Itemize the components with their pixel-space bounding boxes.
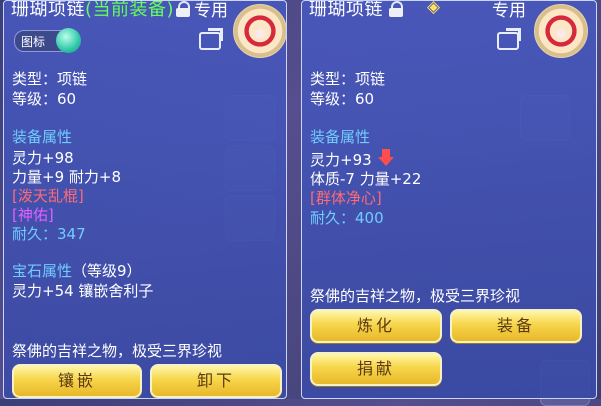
unequip-button[interactable]: 卸下	[150, 364, 282, 398]
item-type: 类型：项链	[310, 70, 386, 88]
attr-line: 灵力+98	[12, 149, 74, 167]
durability: 耐久：347	[12, 223, 86, 244]
refine-button[interactable]: 炼化	[310, 309, 442, 343]
icon-toggle[interactable]: 图标	[14, 28, 81, 53]
item-title: 珊瑚项链	[309, 0, 383, 21]
equip-attr-header: 装备属性	[310, 128, 371, 146]
item-type: 类型：项链	[12, 70, 88, 88]
equip-button[interactable]: 装备	[450, 309, 582, 343]
donate-button[interactable]: 捐献	[310, 352, 442, 386]
attr-line: 力量+9 耐力+8	[12, 168, 121, 186]
item-description: 祭佛的吉祥之物，极受三界珍视	[310, 287, 521, 305]
special-skill: [群体净心]	[310, 189, 382, 207]
toggle-knob	[56, 28, 81, 53]
durability-label: 耐久：	[310, 209, 356, 227]
gem-header-label: 宝石属性	[12, 262, 73, 280]
lock-icon	[389, 1, 403, 17]
necklace-icon	[534, 4, 588, 58]
item-level: 等级：60	[310, 90, 375, 108]
exclusive-label: 专用	[492, 1, 526, 21]
durability: 耐久：400	[310, 207, 384, 228]
special-skill: [泼天乱棍]	[12, 187, 84, 205]
necklace-icon	[233, 4, 286, 58]
current-equipped-tag: (当前装备)	[85, 0, 175, 20]
item-name: 珊瑚项链	[11, 0, 85, 20]
item-title: 珊瑚项链(当前装备)	[11, 0, 175, 21]
durability-label: 耐久：	[12, 225, 58, 243]
down-arrow-icon	[378, 149, 394, 167]
share-icon[interactable]	[199, 32, 221, 50]
durability-value: 400	[355, 209, 384, 227]
compare-item-tooltip: 珊瑚项链 ◈ 专用 类型：项链 等级：60 装备属性 灵力+93 体质-7 力量…	[301, 0, 597, 399]
lock-icon	[176, 1, 190, 17]
special-effect: [神佑]	[12, 206, 54, 224]
share-icon[interactable]	[497, 32, 519, 50]
exclamation-icon: ◈	[427, 0, 441, 17]
equipped-item-tooltip: 珊瑚项链(当前装备) 专用 图标 类型：项链 等级：60 装备属性 灵力+98 …	[3, 0, 287, 399]
equip-attr-header: 装备属性	[12, 128, 73, 146]
attr-line: 体质-7 力量+22	[310, 170, 422, 188]
exclusive-label: 专用	[194, 1, 228, 21]
attr-line: 灵力+93	[310, 151, 372, 169]
durability-value: 347	[57, 225, 86, 243]
item-name: 珊瑚项链	[309, 0, 383, 20]
item-description: 祭佛的吉祥之物，极受三界珍视	[12, 342, 223, 360]
icon-toggle-label: 图标	[21, 35, 46, 49]
gem-level: （等级9）	[72, 262, 142, 280]
item-level: 等级：60	[12, 90, 77, 108]
gem-attr-line: 灵力+54 镶嵌舍利子	[12, 282, 154, 300]
gem-header: 宝石属性（等级9）	[12, 260, 142, 281]
inlay-button[interactable]: 镶嵌	[12, 364, 142, 398]
